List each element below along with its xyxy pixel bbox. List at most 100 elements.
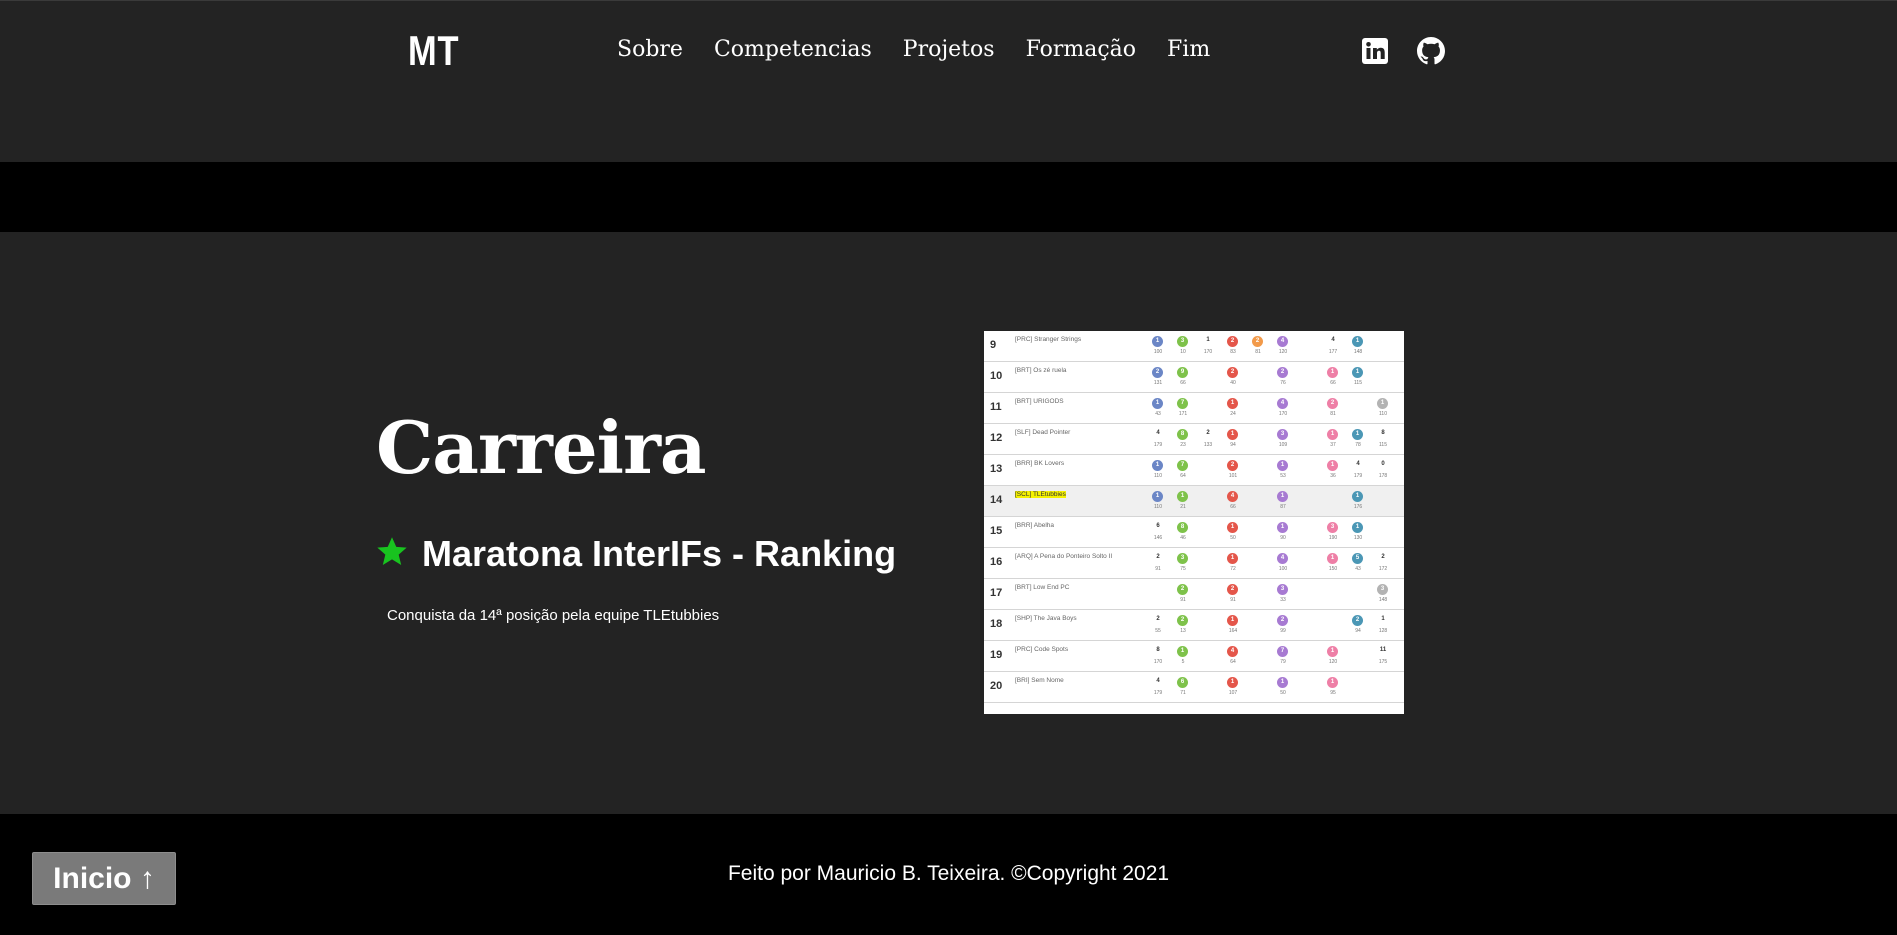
ranking-cell: 2 133 xyxy=(1197,429,1219,451)
ranking-balloon: 1 xyxy=(1352,336,1363,347)
ranking-cell: 1 37 xyxy=(1322,429,1344,451)
ranking-time: 94 xyxy=(1355,628,1361,634)
ranking-balloon: 2 xyxy=(1227,336,1238,347)
ranking-time: 94 xyxy=(1230,442,1236,448)
ranking-balloon: 1 xyxy=(1327,367,1338,378)
ranking-balloon: 4 xyxy=(1277,398,1288,409)
site-header: MT Sobre Competencias Projetos Formação … xyxy=(0,0,1897,162)
ranking-time: 150 xyxy=(1328,566,1338,572)
ranking-attempts: 1 xyxy=(1381,616,1385,622)
ranking-time: 148 xyxy=(1353,349,1363,355)
ranking-row: 16 [ARQ] A Pena do Ponteiro Solto II 2 91 3 7… xyxy=(984,548,1404,579)
ranking-time: 91 xyxy=(1155,566,1161,572)
ranking-balloon: 3 xyxy=(1177,553,1188,564)
ranking-time: 170 xyxy=(1203,349,1213,355)
ranking-balloon: 1 xyxy=(1327,646,1338,657)
ranking-cell: 1 120 xyxy=(1322,646,1344,668)
ranking-balloon: 3 xyxy=(1277,429,1288,440)
ranking-cell: 1 164 xyxy=(1222,615,1244,637)
ranking-time: 66 xyxy=(1330,380,1336,386)
footer-credit: Feito por Mauricio B. Teixeira. ©Copyrig… xyxy=(727,862,1170,885)
ranking-cell: 8 23 xyxy=(1172,429,1194,451)
ranking-time: 101 xyxy=(1228,473,1238,479)
ranking-balloon: 7 xyxy=(1277,646,1288,657)
ranking-cell: 2 99 xyxy=(1272,615,1294,637)
ranking-cell: 1 78 xyxy=(1347,429,1369,451)
ranking-time: 175 xyxy=(1378,659,1388,665)
ranking-time: 146 xyxy=(1153,535,1163,541)
ranking-position: 15 xyxy=(990,525,1003,537)
ranking-time: 133 xyxy=(1203,442,1213,448)
ranking-time: 90 xyxy=(1280,535,1286,541)
career-section xyxy=(0,232,1897,814)
ranking-time: 128 xyxy=(1378,628,1388,634)
nav-link-competencias[interactable]: Competencias xyxy=(714,37,872,62)
ranking-team-name: [SLF] Dead Pointer xyxy=(1015,429,1071,436)
ranking-time: 71 xyxy=(1180,690,1186,696)
ranking-cell: 1 148 xyxy=(1347,336,1369,358)
ranking-team-name: [PRC] Stranger Strings xyxy=(1015,336,1082,343)
ranking-time: 24 xyxy=(1230,411,1236,417)
ranking-position: 12 xyxy=(990,432,1003,444)
back-to-top-button[interactable]: Inicio ↑ xyxy=(32,852,176,905)
ranking-time: 75 xyxy=(1180,566,1186,572)
ranking-balloon: 2 xyxy=(1277,367,1288,378)
ranking-cell: 1 130 xyxy=(1347,522,1369,544)
ranking-balloon: 1 xyxy=(1152,398,1163,409)
ranking-cell: 1 128 xyxy=(1372,615,1394,637)
ranking-cell: 1 36 xyxy=(1322,460,1344,482)
ranking-time: 40 xyxy=(1230,380,1236,386)
ranking-cell: 1 50 xyxy=(1272,677,1294,699)
ranking-cell: 1 110 xyxy=(1147,491,1169,513)
ranking-attempts: 2 xyxy=(1206,430,1210,436)
ranking-time: 21 xyxy=(1180,504,1186,510)
ranking-time: 107 xyxy=(1228,690,1238,696)
ranking-row: 15 [BRR] Abelha 6 146 8 46 1 50 1 90 3 190 1 130 xyxy=(984,517,1404,548)
ranking-time: 36 xyxy=(1330,473,1336,479)
ranking-balloon: 2 xyxy=(1177,615,1188,626)
ranking-time: 91 xyxy=(1230,597,1236,603)
ranking-balloon: 2 xyxy=(1327,398,1338,409)
ranking-balloon: 1 xyxy=(1227,522,1238,533)
ranking-cell: 2 40 xyxy=(1222,367,1244,389)
nav-link-sobre[interactable]: Sobre xyxy=(617,37,683,62)
ranking-cell: 3 75 xyxy=(1172,553,1194,575)
ranking-balloon: 4 xyxy=(1227,491,1238,502)
ranking-balloon: 7 xyxy=(1177,460,1188,471)
ranking-time: 64 xyxy=(1230,659,1236,665)
ranking-attempts: 2 xyxy=(1381,554,1385,560)
nav-link-projetos[interactable]: Projetos xyxy=(903,37,995,62)
ranking-balloon: 4 xyxy=(1277,336,1288,347)
ranking-position: 9 xyxy=(990,339,997,351)
linkedin-icon[interactable] xyxy=(1361,37,1389,65)
achievement-heading: Maratona InterIFs - Ranking xyxy=(376,533,896,575)
ranking-time: 5 xyxy=(1181,659,1185,665)
ranking-time: 55 xyxy=(1155,628,1161,634)
ranking-team-name: [BRI] Sem Nome xyxy=(1015,677,1064,684)
ranking-time: 120 xyxy=(1278,349,1288,355)
ranking-time: 190 xyxy=(1328,535,1338,541)
ranking-balloon: 1 xyxy=(1227,398,1238,409)
site-logo[interactable]: MT xyxy=(408,27,459,75)
nav-link-formacao[interactable]: Formação xyxy=(1026,37,1136,62)
ranking-cell: 1 110 xyxy=(1147,460,1169,482)
ranking-attempts: 6 xyxy=(1156,523,1160,529)
ranking-time: 172 xyxy=(1378,566,1388,572)
ranking-balloon: 6 xyxy=(1177,677,1188,688)
ranking-time: 130 xyxy=(1353,535,1363,541)
ranking-cell: 7 79 xyxy=(1272,646,1294,668)
nav-link-fim[interactable]: Fim xyxy=(1167,37,1210,62)
ranking-attempts: 0 xyxy=(1381,461,1385,467)
ranking-cell: 2 91 xyxy=(1222,584,1244,606)
ranking-cell: 1 43 xyxy=(1147,398,1169,420)
ranking-position: 14 xyxy=(990,494,1003,506)
ranking-cell: 2 13 xyxy=(1172,615,1194,637)
ranking-cell: 1 53 xyxy=(1272,460,1294,482)
github-icon[interactable] xyxy=(1417,37,1445,65)
ranking-cell: 2 55 xyxy=(1147,615,1169,637)
star-icon xyxy=(376,536,408,572)
ranking-cell: 1 24 xyxy=(1222,398,1244,420)
ranking-balloon: 2 xyxy=(1227,460,1238,471)
ranking-cell: 1 115 xyxy=(1347,367,1369,389)
ranking-balloon: 4 xyxy=(1277,553,1288,564)
